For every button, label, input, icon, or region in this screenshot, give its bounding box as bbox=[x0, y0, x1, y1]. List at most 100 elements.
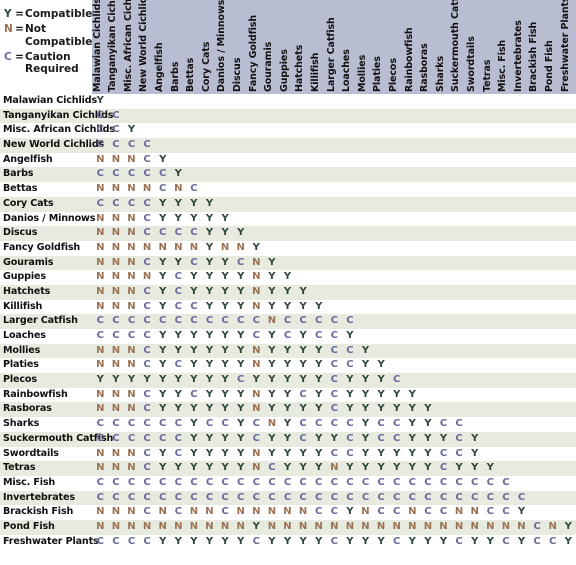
compatibility-cell: Y bbox=[205, 271, 214, 283]
compatibility-cell: Y bbox=[221, 256, 229, 268]
table-row: Fancy Goldfish N N N N N N N Y N N Y bbox=[0, 240, 576, 256]
compatibility-cell: N bbox=[111, 506, 121, 518]
compatibility-cell: Y bbox=[237, 418, 245, 430]
row-header: Brackish Fish bbox=[3, 506, 74, 518]
compatibility-cell: C bbox=[127, 418, 136, 430]
compatibility-cell: N bbox=[267, 520, 277, 532]
compatibility-cell: Y bbox=[221, 359, 229, 371]
column-header: Mollies bbox=[356, 54, 368, 92]
compatibility-cell: Y bbox=[315, 462, 323, 474]
compatibility-cell: N bbox=[392, 520, 401, 532]
compatibility-cell: Y bbox=[205, 403, 214, 415]
compatibility-cell: C bbox=[190, 183, 198, 195]
compatibility-cell: N bbox=[111, 403, 121, 415]
row-header: Hatchets bbox=[3, 285, 51, 297]
compatibility-cell: N bbox=[142, 183, 152, 195]
compatibility-cell: N bbox=[205, 520, 214, 532]
compatibility-cell: N bbox=[267, 506, 277, 518]
compatibility-cell: C bbox=[252, 330, 260, 341]
legend-equals: = bbox=[15, 23, 24, 35]
compatibility-cell: Y bbox=[424, 462, 432, 474]
column-header: Swordtails bbox=[465, 36, 477, 92]
compatibility-cell: N bbox=[267, 418, 277, 430]
compatibility-cell: C bbox=[268, 462, 276, 474]
compatibility-cell: C bbox=[174, 447, 182, 459]
compatibility-cell: Y bbox=[299, 359, 307, 371]
compatibility-cell: C bbox=[190, 491, 198, 503]
compatibility-cell: Y bbox=[190, 374, 198, 386]
compatibility-cell: N bbox=[158, 520, 167, 532]
compatibility-cell: C bbox=[112, 330, 120, 341]
compatibility-cell: C bbox=[127, 197, 136, 209]
compatibility-cell: N bbox=[189, 506, 199, 518]
compatibility-cell: C bbox=[315, 418, 323, 430]
compatibility-cell: C bbox=[502, 506, 510, 518]
compatibility-cell: N bbox=[376, 520, 386, 532]
compatibility-cell: C bbox=[455, 491, 463, 503]
compatibility-cell: C bbox=[237, 315, 245, 327]
compatibility-cell: Y bbox=[237, 403, 245, 415]
table-row: Larger Catfish C C C C C C C C C C C N C C C C C bbox=[0, 314, 576, 329]
compatibility-cell: C bbox=[393, 418, 401, 430]
compatibility-cell: Y bbox=[439, 535, 448, 547]
compatibility-cell: N bbox=[111, 462, 121, 474]
compatibility-cell: C bbox=[252, 432, 260, 444]
legend-compatible: Y = Compatible bbox=[4, 8, 92, 21]
compatibility-cell: N bbox=[127, 520, 136, 532]
compatibility-cell: Y bbox=[471, 447, 479, 459]
compatibility-cell: N bbox=[252, 271, 261, 283]
compatibility-cell: Y bbox=[486, 462, 494, 474]
compatibility-cell: Y bbox=[159, 197, 167, 209]
compatibility-cell: C bbox=[174, 271, 182, 283]
compatibility-cell: C bbox=[455, 432, 463, 444]
compatibility-cell: Y bbox=[221, 535, 229, 547]
compatibility-cell: C bbox=[205, 315, 214, 327]
compatibility-cell: C bbox=[299, 476, 307, 488]
compatibility-cell: Y bbox=[205, 388, 214, 400]
row-header: Invertebrates bbox=[3, 491, 75, 503]
compatibility-cell: C bbox=[346, 315, 354, 327]
compatibility-cell: Y bbox=[268, 403, 276, 415]
row-header: Tanganyikan Cichlids bbox=[3, 109, 114, 121]
table-row: Invertebrates C C C C C C C C C C C C C C C C C C C C C C C C C C C… bbox=[0, 490, 576, 506]
compatibility-cell: Y bbox=[159, 374, 167, 386]
compatibility-cell: C bbox=[112, 476, 120, 488]
compatibility-cell: Y bbox=[190, 344, 198, 356]
compatibility-cell: Y bbox=[190, 418, 198, 430]
compatibility-cell: N bbox=[111, 241, 121, 253]
row-header: Misc. Fish bbox=[3, 476, 56, 488]
compatibility-cell: N bbox=[127, 241, 136, 253]
compatibility-cell: Y bbox=[408, 403, 416, 415]
compatibility-cell: C bbox=[486, 506, 494, 518]
row-header: Rainbowfish bbox=[3, 388, 68, 400]
compatibility-cell: Y bbox=[315, 388, 323, 400]
compatibility-cell: C bbox=[159, 418, 167, 430]
compatibility-cell: C bbox=[252, 476, 260, 488]
compatibility-cell: C bbox=[424, 491, 432, 503]
compatibility-cell: C bbox=[159, 491, 167, 503]
compatibility-cell: C bbox=[112, 197, 120, 209]
row-header: Killifish bbox=[3, 300, 43, 312]
compatibility-cell: Y bbox=[174, 344, 182, 356]
compatibility-cell: N bbox=[127, 212, 136, 224]
table-row: Discus N N N C C C C Y Y Y bbox=[0, 226, 576, 241]
table-row: Hatchets N N N C Y C Y Y Y Y N Y Y Y bbox=[0, 284, 576, 300]
compatibility-cell: Y bbox=[346, 330, 354, 341]
compatibility-cell: Y bbox=[564, 520, 572, 532]
compatibility-cell: N bbox=[361, 506, 370, 518]
compatibility-cell: C bbox=[502, 476, 510, 488]
compatibility-cell: C bbox=[174, 506, 182, 518]
compatibility-cell: C bbox=[205, 418, 214, 430]
compatibility-cell: C bbox=[143, 300, 151, 312]
compatibility-cell: Y bbox=[299, 300, 307, 312]
compatibility-cell: C bbox=[502, 535, 510, 547]
compatibility-cell: C bbox=[174, 476, 182, 488]
compatibility-cell: Y bbox=[268, 374, 276, 386]
compatibility-cell: C bbox=[127, 139, 136, 151]
compatibility-cell: C bbox=[143, 476, 151, 488]
column-header: Fancy Goldfish bbox=[247, 14, 259, 92]
compatibility-cell: Y bbox=[377, 535, 385, 547]
compatibility-cell: C bbox=[205, 476, 214, 488]
compatibility-cell: Y bbox=[268, 432, 276, 444]
compatibility-cell: Y bbox=[159, 403, 167, 415]
